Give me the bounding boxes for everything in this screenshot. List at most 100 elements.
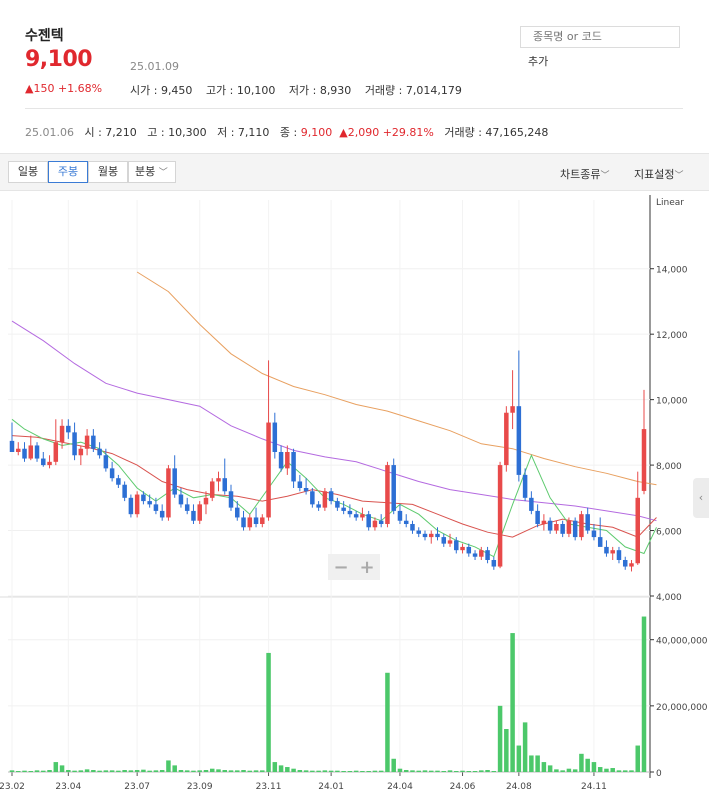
ma20-line — [11, 435, 657, 538]
candle-body — [410, 524, 415, 531]
volume-bar — [228, 770, 234, 772]
candle-body — [529, 497, 534, 511]
candle-body — [203, 497, 209, 505]
volume-bar — [472, 771, 478, 773]
candle-body — [435, 533, 440, 538]
volume-bar — [272, 762, 278, 772]
stock-chart-app: 수젠텍 9,100 25.01.09 ▲150 +1.68% 시가 : 9,45… — [0, 0, 709, 808]
candle-body — [178, 494, 184, 505]
candle-body — [416, 530, 421, 534]
candle-body — [260, 517, 265, 524]
candlestick-chart[interactable]: 14,000 12,000 10,000 8,000 6,000 4,000 Linear 4… — [0, 0, 709, 808]
candle-body — [378, 520, 384, 524]
volume-bar — [241, 770, 246, 772]
volume-bar — [403, 770, 409, 772]
candle-body — [197, 504, 202, 521]
candle-body — [485, 550, 490, 560]
volume-bar — [397, 768, 403, 772]
candle-body — [159, 510, 165, 518]
candle-body — [353, 514, 359, 518]
candle-body — [153, 504, 159, 511]
volume-bar — [316, 770, 321, 772]
candle-body — [216, 478, 221, 482]
candle-body — [328, 491, 334, 502]
candle-body — [72, 432, 77, 456]
volume-bar — [147, 770, 152, 772]
candle-body — [391, 465, 396, 511]
candle-body — [291, 452, 296, 482]
candle-body — [103, 455, 109, 469]
volume-bar — [516, 745, 522, 772]
volume-bar — [28, 771, 34, 773]
candle-body — [460, 546, 465, 551]
candle-body — [385, 465, 390, 524]
candle-body — [585, 514, 590, 531]
zoom-in-button[interactable]: + — [354, 554, 380, 580]
price-tick-label: 6,000 — [656, 528, 682, 538]
candle-body — [610, 550, 615, 554]
volume-bar — [510, 633, 515, 772]
zoom-out-button[interactable]: − — [328, 554, 354, 580]
candle-body — [422, 533, 428, 538]
volume-bar — [310, 770, 315, 772]
volume-bar — [485, 770, 490, 772]
volume-bar — [322, 770, 328, 772]
candle-body — [316, 504, 321, 508]
ma120-line — [136, 271, 657, 486]
candle-body — [266, 422, 271, 518]
candle-body — [166, 468, 171, 518]
volume-bar — [328, 770, 334, 772]
time-tick-label: 24.04 — [387, 782, 413, 792]
volume-bar — [604, 768, 609, 772]
candle-body — [622, 560, 628, 567]
volume-bar — [128, 770, 134, 772]
volume-bar — [591, 762, 597, 772]
volume-bar — [466, 771, 472, 773]
ma60-line — [11, 320, 657, 522]
candle-body — [322, 491, 328, 508]
volume-bar — [78, 770, 84, 772]
candle-body — [278, 452, 284, 469]
volume-bar — [378, 770, 384, 772]
price-tick-label: 8,000 — [656, 462, 682, 472]
volume-bar — [178, 770, 184, 772]
candle-body — [479, 550, 484, 557]
candle-body — [272, 422, 278, 452]
volume-bar — [116, 770, 121, 772]
volume-bar — [479, 770, 484, 772]
candle-body — [454, 540, 459, 551]
volume-bar — [91, 770, 96, 772]
volume-tick-label: 40,000,000 — [656, 637, 708, 647]
candle-body — [147, 501, 152, 505]
volume-bar — [84, 769, 90, 772]
candle-body — [16, 448, 21, 452]
volume-bar — [122, 770, 127, 772]
volume-bar — [385, 672, 390, 772]
candle-body — [641, 429, 647, 491]
candle-body — [297, 481, 303, 488]
time-tick-label: 24.11 — [581, 782, 607, 792]
candle-body — [397, 510, 403, 521]
candle-body — [47, 461, 52, 466]
candle-body — [84, 435, 90, 449]
candle-body — [635, 497, 640, 564]
volume-tick-label: 0 — [656, 769, 662, 779]
volume-bar — [285, 767, 290, 772]
time-tick-label: 23.09 — [187, 782, 213, 792]
volume-bar — [222, 770, 228, 772]
volume-bar — [435, 770, 440, 772]
volume-bar — [97, 770, 102, 772]
candle-body — [604, 546, 609, 554]
candle-body — [335, 501, 340, 508]
candle-body — [616, 550, 622, 560]
candle-body — [447, 540, 453, 544]
chevron-left-icon[interactable]: ‹ — [693, 478, 709, 518]
volume-bar — [34, 770, 40, 772]
candle-body — [235, 507, 240, 518]
candle-body — [441, 537, 447, 544]
volume-bar — [172, 765, 177, 772]
volume-bar — [566, 768, 572, 772]
candle-body — [253, 517, 259, 524]
volume-bar — [622, 770, 628, 772]
ma5-line — [11, 418, 657, 558]
